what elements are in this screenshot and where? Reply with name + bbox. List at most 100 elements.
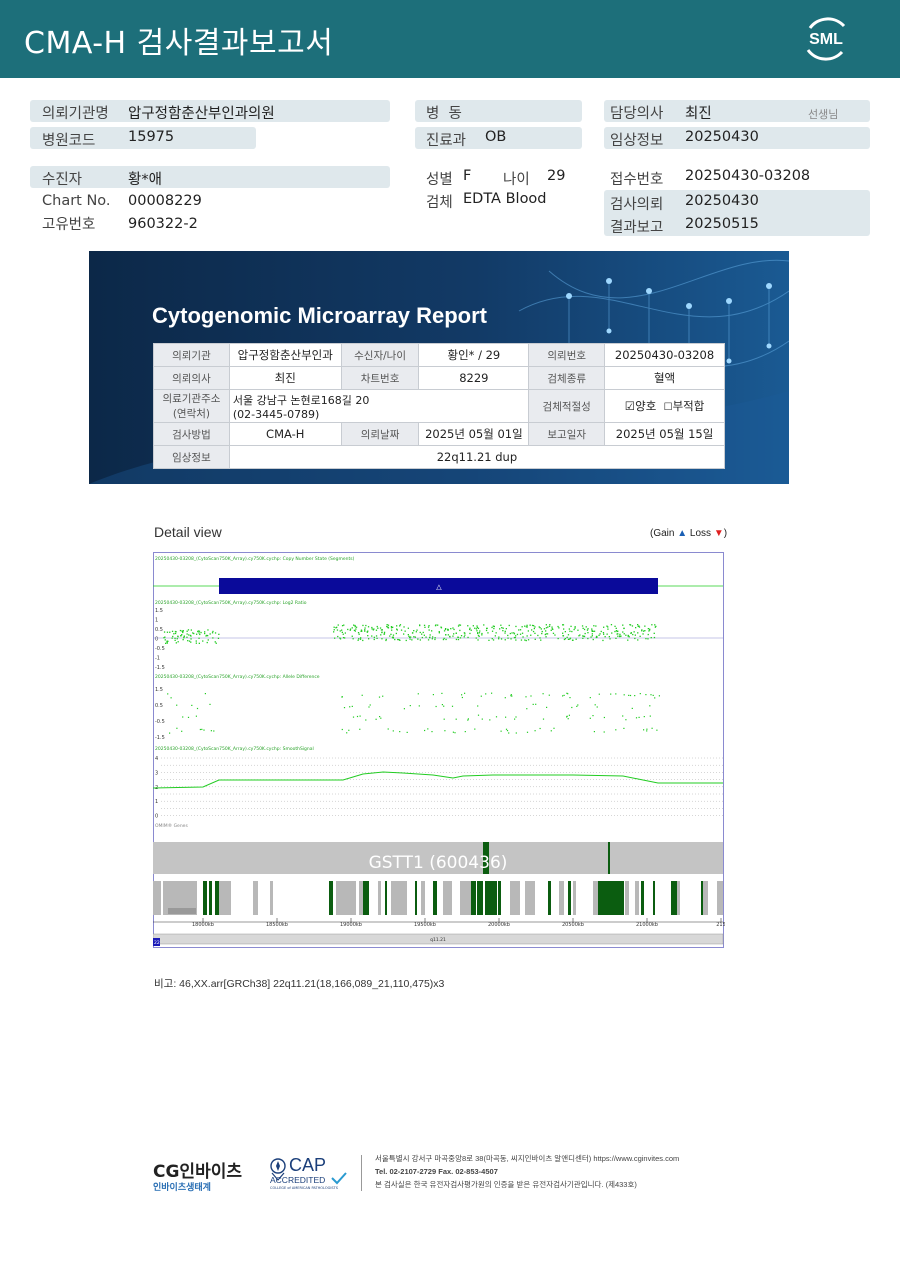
allele-point [443, 718, 445, 720]
log2-point [455, 638, 458, 641]
log2-point [339, 637, 341, 639]
log2-point [615, 630, 618, 632]
cap-accredited: ACCREDITED [270, 1175, 326, 1185]
allele-point [530, 695, 532, 697]
log2-point [488, 639, 490, 641]
log2-point [357, 639, 359, 641]
sml-logo: SML [806, 17, 846, 61]
log2-point [632, 633, 634, 636]
log2-point [526, 624, 528, 626]
log2-point [429, 634, 431, 636]
log2-point [376, 637, 378, 639]
log2-point [504, 630, 506, 632]
log2-point [419, 639, 421, 641]
axis-tick-label: 3 [155, 770, 158, 776]
allele-point [654, 697, 656, 699]
gene-block-dark [485, 881, 497, 915]
table-cell: 20250430-03208 [604, 343, 725, 367]
allele-point [461, 694, 463, 696]
log2-point [567, 634, 570, 636]
institution-label: 의뢰기관명 [42, 106, 109, 122]
legend-gain-text: (Gain [650, 528, 675, 539]
axis-tick-label: 0.5 [155, 703, 163, 709]
log2-point [587, 637, 589, 640]
allele-point [539, 727, 541, 730]
log2-point [364, 627, 366, 629]
allele-point [431, 731, 433, 733]
allele-point [341, 728, 343, 731]
gene-block-dark [548, 881, 551, 915]
log2-point [581, 625, 584, 627]
log2-point [428, 629, 430, 631]
log2-point [368, 638, 370, 640]
allele-point [525, 696, 527, 698]
log2-point [615, 627, 617, 629]
allele-point [615, 693, 617, 695]
log2-point [333, 626, 335, 628]
log2-point [614, 625, 616, 627]
log2-point [527, 639, 530, 641]
allele-point [643, 716, 645, 718]
log2-point [634, 634, 636, 636]
log2-point [603, 626, 605, 628]
gene-block-dark [209, 881, 212, 915]
allele-point [352, 716, 355, 718]
allele-point [343, 707, 346, 709]
gene-block-dark [363, 881, 369, 915]
log2-point [443, 630, 446, 632]
log2-point [584, 632, 586, 635]
log2-point [395, 632, 397, 635]
allele-point [467, 719, 469, 721]
log2-point [334, 637, 336, 639]
log2-point [549, 624, 551, 626]
log2-point [413, 630, 415, 632]
allele-point [515, 732, 517, 734]
log2-point [525, 639, 527, 642]
allele-point [628, 694, 630, 696]
table-cell: 의뢰기관 [153, 343, 230, 367]
log2-point [198, 632, 200, 634]
log2-point [545, 630, 547, 632]
log2-point [195, 640, 197, 642]
log2-point [212, 637, 214, 639]
log2-point [375, 635, 378, 637]
allele-point [444, 730, 446, 732]
log2-point [611, 632, 613, 634]
log2-point [389, 635, 391, 637]
log2-point [214, 641, 216, 643]
log2-point [341, 629, 343, 631]
log2-point [534, 638, 536, 640]
log2-point [574, 627, 576, 629]
log2-point [519, 633, 522, 635]
log2-point [639, 635, 641, 637]
allele-point [167, 693, 169, 695]
log2-point [416, 629, 418, 631]
cg-invites-sub: 인바이츠생태계 [153, 1183, 211, 1193]
log2-point [444, 628, 447, 631]
log2-point [206, 641, 208, 644]
log2-point [180, 635, 182, 637]
log2-point [177, 635, 179, 637]
log2-point [541, 630, 543, 633]
doctor-suffix: 선생님 [808, 108, 839, 121]
log2-point [582, 627, 584, 629]
log2-point [341, 631, 343, 633]
log2-point [195, 642, 197, 644]
log2-point [551, 626, 553, 628]
log2-point [498, 638, 500, 640]
log2-point [459, 624, 462, 626]
log2-point [179, 629, 182, 632]
log2-point [463, 636, 465, 638]
log2-point [196, 633, 198, 635]
legend-loss-text: Loss [689, 528, 712, 539]
log2-point [598, 634, 600, 636]
log2-point [586, 629, 589, 631]
log2-point [477, 639, 479, 641]
log2-point [534, 632, 536, 634]
request-label: 검사의뢰 [610, 197, 664, 213]
allele-point [480, 695, 482, 697]
log2-point [583, 635, 585, 637]
log2-point [333, 631, 335, 633]
log2-point [563, 638, 566, 641]
allele-point [532, 703, 534, 705]
